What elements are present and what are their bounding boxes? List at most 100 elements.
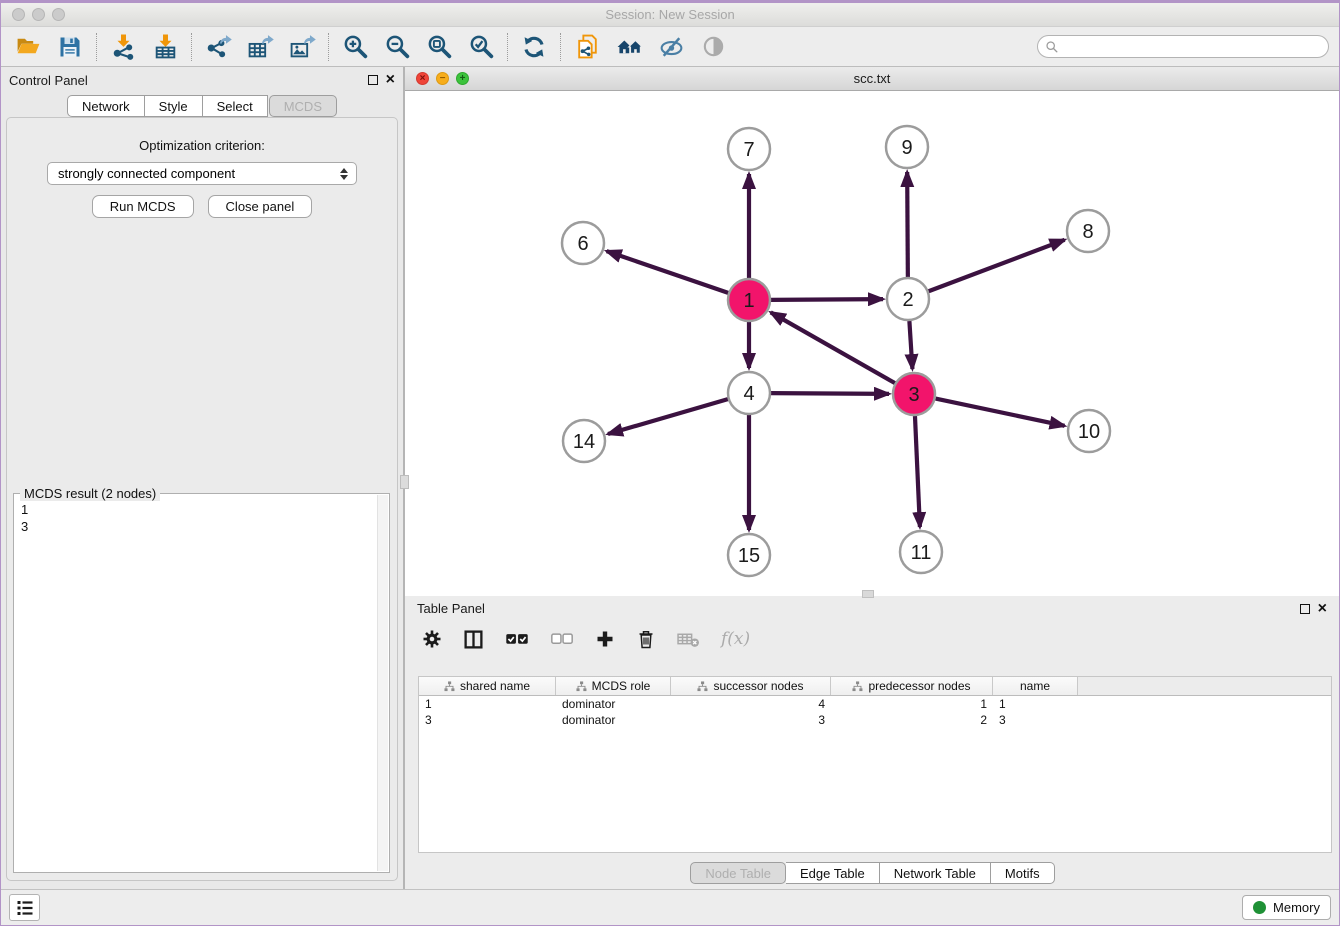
graph-node-2[interactable]: 2 — [887, 278, 929, 320]
graph-edge-1-2[interactable] — [771, 299, 883, 300]
add-row-icon[interactable] — [595, 629, 615, 649]
column-header-successor-nodes[interactable]: successor nodes — [671, 677, 831, 695]
tab-network-table[interactable]: Network Table — [880, 862, 991, 884]
network-canvas[interactable]: 1 2 3 4 6 7 8 9 10 11 14 15 — [405, 91, 1339, 596]
graph-edge-2-9[interactable] — [907, 172, 908, 277]
mcds-result-textarea[interactable]: 13 — [15, 495, 377, 871]
tab-network[interactable]: Network — [67, 95, 145, 117]
column-header-label: successor nodes — [713, 679, 803, 693]
import-table-icon[interactable] — [144, 30, 186, 64]
close-panel-button[interactable]: Close panel — [208, 195, 313, 218]
table-cell-mcds-role[interactable]: dominator — [556, 712, 671, 728]
select-all-icon[interactable] — [505, 632, 529, 647]
table-cell-name[interactable]: 3 — [993, 712, 1078, 728]
refresh-icon[interactable] — [513, 30, 555, 64]
close-panel-icon[interactable]: × — [386, 75, 395, 85]
duplicate-network-icon[interactable] — [566, 30, 608, 64]
svg-text:7: 7 — [743, 139, 754, 161]
tab-select[interactable]: Select — [203, 95, 268, 117]
column-header-shared-name[interactable]: shared name — [419, 677, 556, 695]
table-toolbar: f(x) — [405, 621, 1339, 657]
status-bar: Memory — [1, 889, 1339, 925]
svg-text:3: 3 — [908, 384, 919, 406]
export-network-icon[interactable] — [197, 30, 239, 64]
zoom-out-icon[interactable] — [376, 30, 418, 64]
graph-node-10[interactable]: 10 — [1068, 410, 1110, 452]
tab-style[interactable]: Style — [145, 95, 203, 117]
table-cell-predecessor-nodes[interactable]: 1 — [831, 696, 993, 712]
minimize-window-button[interactable] — [32, 8, 45, 21]
zoom-view-button[interactable]: + — [456, 72, 469, 85]
delete-column-icon — [677, 631, 700, 648]
zoom-window-button[interactable] — [52, 8, 65, 21]
close-window-button[interactable] — [12, 8, 25, 21]
close-view-button[interactable]: × — [416, 72, 429, 85]
zoom-fit-icon[interactable] — [418, 30, 460, 64]
graph-edge-1-6[interactable] — [607, 251, 729, 293]
graph-node-1[interactable]: 1 — [728, 279, 770, 321]
delete-row-icon[interactable] — [636, 629, 656, 649]
zoom-in-icon[interactable] — [334, 30, 376, 64]
memory-button[interactable]: Memory — [1242, 895, 1331, 920]
task-history-button[interactable] — [9, 894, 40, 921]
close-table-panel-icon[interactable]: × — [1318, 604, 1327, 614]
table-row[interactable]: 1dominator411 — [419, 696, 1331, 712]
vertical-splitter-handle[interactable] — [400, 475, 409, 489]
result-scrollbar[interactable] — [377, 495, 388, 871]
tab-motifs[interactable]: Motifs — [991, 862, 1055, 884]
window-traffic-lights — [12, 8, 65, 21]
hide-selected-icon[interactable] — [650, 30, 692, 64]
column-header-predecessor-nodes[interactable]: predecessor nodes — [831, 677, 993, 695]
float-panel-icon[interactable] — [368, 75, 378, 85]
graph-edge-4-14[interactable] — [608, 399, 728, 434]
tab-mcds[interactable]: MCDS — [269, 95, 337, 117]
graph-edge-3-11[interactable] — [915, 416, 920, 527]
graph-node-4[interactable]: 4 — [728, 372, 770, 414]
open-folder-icon[interactable] — [7, 30, 49, 64]
table-cell-successor-nodes[interactable]: 4 — [671, 696, 831, 712]
search-input[interactable] — [1037, 35, 1329, 58]
graph-node-6[interactable]: 6 — [562, 222, 604, 264]
graph-node-15[interactable]: 15 — [728, 534, 770, 576]
gear-icon[interactable] — [422, 629, 442, 649]
export-image-icon[interactable] — [281, 30, 323, 64]
graph-node-9[interactable]: 9 — [886, 126, 928, 168]
graph-node-14[interactable]: 14 — [563, 420, 605, 462]
save-session-icon[interactable] — [49, 30, 91, 64]
column-header-label: predecessor nodes — [868, 679, 970, 693]
table-cell-name[interactable]: 1 — [993, 696, 1078, 712]
graph-edge-2-3[interactable] — [909, 321, 912, 369]
run-mcds-button[interactable]: Run MCDS — [92, 195, 194, 218]
deselect-all-icon[interactable] — [550, 632, 574, 647]
column-header-mcds-role[interactable]: MCDS role — [556, 677, 671, 695]
graph-edge-4-3[interactable] — [771, 393, 889, 394]
table-row[interactable]: 3dominator323 — [419, 712, 1331, 728]
table-cell-predecessor-nodes[interactable]: 2 — [831, 712, 993, 728]
toolbar-separator — [96, 33, 97, 61]
zoom-selected-icon[interactable] — [460, 30, 502, 64]
criterion-select[interactable]: strongly connected component — [47, 162, 357, 185]
horizontal-splitter-handle[interactable] — [862, 590, 874, 598]
network-graph: 1 2 3 4 6 7 8 9 10 11 14 15 — [405, 91, 1339, 596]
tab-edge-table[interactable]: Edge Table — [786, 862, 880, 884]
split-columns-icon[interactable] — [463, 629, 484, 650]
graph-node-11[interactable]: 11 — [900, 531, 942, 573]
table-cell-successor-nodes[interactable]: 3 — [671, 712, 831, 728]
tab-node-table[interactable]: Node Table — [690, 862, 786, 884]
graph-node-7[interactable]: 7 — [728, 128, 770, 170]
graph-edge-3-10[interactable] — [936, 399, 1065, 426]
import-network-icon[interactable] — [102, 30, 144, 64]
mcds-result-line: 3 — [21, 518, 371, 535]
minimize-view-button[interactable]: − — [436, 72, 449, 85]
table-cell-mcds-role[interactable]: dominator — [556, 696, 671, 712]
column-header-name[interactable]: name — [993, 677, 1078, 695]
graph-node-3[interactable]: 3 — [893, 373, 935, 415]
table-cell-shared-name[interactable]: 3 — [419, 712, 556, 728]
table-cell-shared-name[interactable]: 1 — [419, 696, 556, 712]
first-neighbors-icon[interactable] — [608, 30, 650, 64]
export-table-icon[interactable] — [239, 30, 281, 64]
graph-edge-3-1[interactable] — [771, 312, 895, 383]
graph-edge-2-8[interactable] — [929, 240, 1065, 291]
float-table-panel-icon[interactable] — [1300, 604, 1310, 614]
graph-node-8[interactable]: 8 — [1067, 210, 1109, 252]
